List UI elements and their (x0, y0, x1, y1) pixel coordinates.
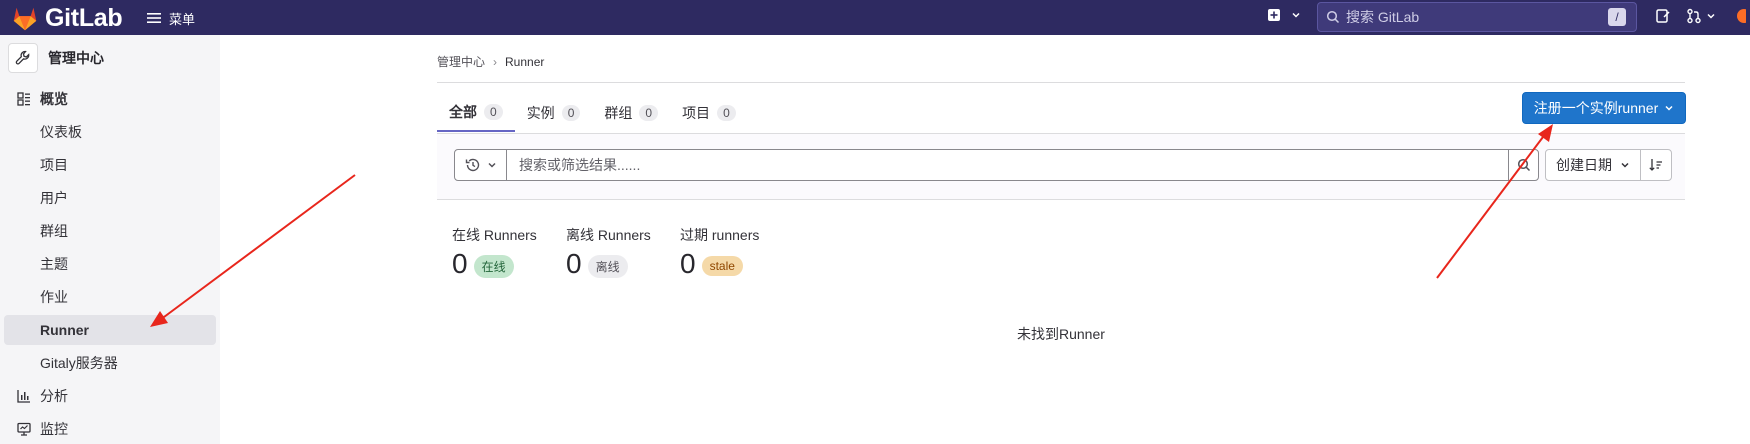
chevron-down-icon (1707, 13, 1715, 19)
stat-label: 过期 runners (680, 227, 760, 243)
filtered-search: 搜索或筛选结果...... (454, 149, 1539, 181)
tab-all[interactable]: 全部 0 (437, 94, 515, 132)
sort-field-dropdown[interactable]: 创建日期 (1545, 149, 1641, 181)
offline-runners-stat: 离线 Runners 0 离线 (566, 225, 651, 280)
sidebar-item-label: 项目 (40, 157, 68, 173)
status-badge: 离线 (587, 254, 628, 278)
sidebar-item-label: 主题 (40, 256, 68, 272)
avatar-icon (1737, 9, 1746, 23)
main-menu-button[interactable]: 菜单 (146, 7, 195, 29)
tab-label: 群组 (604, 105, 633, 121)
chevron-down-icon (1621, 162, 1629, 168)
search-shortcut-key: / (1608, 8, 1626, 26)
user-avatar[interactable] (1736, 8, 1746, 24)
filter-bar: 搜索或筛选结果...... 创建日期 (437, 134, 1685, 199)
online-runners-stat: 在线 Runners 0 在线 (452, 225, 537, 280)
chevron-down-icon (1665, 105, 1673, 111)
stat-value: 0 (452, 248, 468, 279)
sidebar-item-monitoring[interactable]: 监控 (4, 414, 216, 444)
stat-value: 0 (680, 248, 696, 279)
breadcrumb: 管理中心 › Runner (437, 53, 544, 70)
sidebar-item-analytics[interactable]: 分析 (4, 381, 216, 411)
stat-value: 0 (566, 248, 582, 279)
search-placeholder: 搜索 GitLab (1346, 9, 1420, 25)
sidebar-item-label: 概览 (40, 91, 68, 107)
issues-nav-button[interactable] (1655, 8, 1671, 24)
tab-label: 实例 (526, 105, 555, 121)
todo-edit-icon (1656, 9, 1670, 23)
tab-label: 项目 (682, 105, 711, 121)
merge-request-icon (1687, 8, 1701, 24)
sidebar-item-label: 监控 (40, 421, 68, 437)
tab-count-badge: 0 (561, 105, 581, 121)
monitor-icon (16, 421, 32, 437)
stale-runners-stat: 过期 runners 0 stale (680, 225, 759, 280)
sidebar-item-overview[interactable]: 概览 (4, 84, 216, 114)
chevron-down-icon (487, 162, 496, 168)
sidebar-item-users[interactable]: 用户 (4, 183, 216, 213)
top-navbar: GitLab 菜单 搜索 GitLab / (0, 0, 1750, 35)
runner-type-tabs: 全部 0 实例 0 群组 0 项目 0 (437, 94, 748, 132)
sidebar-item-gitaly-servers[interactable]: Gitaly服务器 (4, 348, 216, 378)
sidebar-item-label: 用户 (40, 190, 68, 206)
menu-label: 菜单 (169, 11, 196, 27)
chevron-right-icon: › (493, 54, 498, 69)
sidebar-context-header[interactable]: 管理中心 (8, 43, 104, 73)
empty-state-message: 未找到Runner (1017, 326, 1105, 342)
tab-label: 全部 (449, 104, 477, 120)
sort-direction-button[interactable] (1640, 149, 1672, 181)
sort-lowest-icon (1649, 159, 1662, 171)
hamburger-icon (147, 13, 161, 23)
sidebar-item-groups[interactable]: 群组 (4, 216, 216, 246)
global-search-input[interactable]: 搜索 GitLab / (1317, 2, 1637, 32)
annotation-arrows (150, 124, 1553, 327)
sidebar-item-label: Gitaly服务器 (40, 355, 118, 371)
sidebar-item-label: 作业 (40, 289, 68, 305)
search-filter-input[interactable]: 搜索或筛选结果...... (507, 155, 1508, 175)
merge-requests-dropdown[interactable] (1686, 8, 1716, 24)
sidebar-item-dashboard[interactable]: 仪表板 (4, 117, 216, 147)
register-instance-runner-button[interactable]: 注册一个实例runner (1522, 92, 1686, 124)
sidebar-item-label: Runner (40, 322, 89, 338)
status-badge: 在线 (473, 254, 514, 278)
sidebar-item-projects[interactable]: 项目 (4, 150, 216, 180)
status-badge: stale (701, 256, 743, 276)
search-icon (1326, 10, 1340, 24)
breadcrumb-parent-link[interactable]: 管理中心 (437, 53, 485, 70)
create-new-dropdown[interactable] (1267, 8, 1301, 22)
search-submit-button[interactable] (1508, 150, 1538, 180)
sidebar-item-label: 仪表板 (40, 124, 82, 140)
tab-count-badge: 0 (639, 105, 659, 121)
tab-project[interactable]: 项目 0 (670, 94, 748, 132)
tanuki-icon (13, 7, 37, 31)
register-button-label: 注册一个实例runner (1533, 100, 1659, 116)
sidebar-item-label: 群组 (40, 223, 68, 239)
breadcrumb-current[interactable]: Runner (505, 55, 544, 69)
stat-label: 在线 Runners (452, 227, 537, 243)
history-icon (465, 158, 479, 172)
tab-count-badge: 0 (717, 105, 736, 121)
chevron-down-icon (1292, 12, 1300, 18)
chart-icon (16, 388, 32, 404)
plus-square-icon (1268, 9, 1280, 21)
recent-searches-dropdown[interactable] (455, 150, 507, 180)
divider (437, 199, 1685, 200)
sidebar-header-title: 管理中心 (48, 50, 104, 66)
gitlab-logo[interactable]: GitLab (10, 3, 123, 33)
overview-icon (16, 91, 32, 107)
sidebar-item-topics[interactable]: 主题 (4, 249, 216, 279)
sort-label: 创建日期 (1556, 157, 1612, 173)
stat-label: 离线 Runners (566, 227, 651, 243)
tab-group[interactable]: 群组 0 (592, 94, 670, 132)
brand-name: GitLab (45, 3, 123, 32)
sidebar-item-runner[interactable]: Runner (4, 315, 216, 345)
tab-count-badge: 0 (484, 104, 503, 120)
sidebar-item-jobs[interactable]: 作业 (4, 282, 216, 312)
admin-sidebar: 管理中心 概览 仪表板 项目 用户 群组 主题 作业 Runner Gitaly… (0, 35, 220, 444)
sidebar-item-label: 分析 (40, 388, 68, 404)
wrench-icon (8, 43, 38, 73)
search-icon (1517, 158, 1530, 172)
tab-instance[interactable]: 实例 0 (515, 94, 593, 132)
divider (437, 82, 1685, 83)
